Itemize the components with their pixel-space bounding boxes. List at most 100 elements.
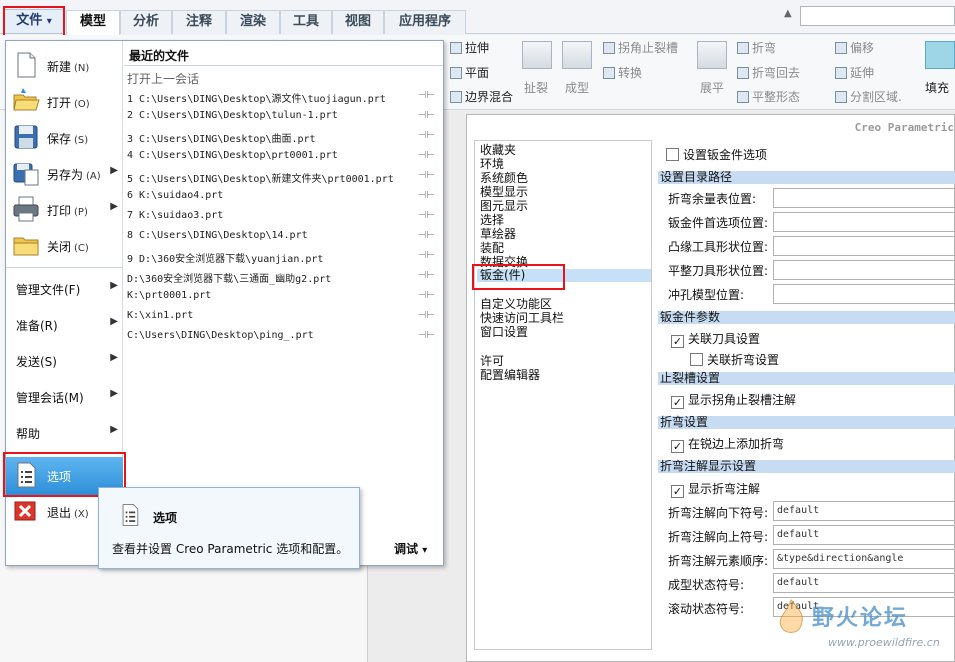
flat-tool-path-input[interactable] <box>773 260 955 280</box>
recent-file-item[interactable]: 3 C:\Users\DING\Desktop\曲面.prt ⊣⊢ <box>127 127 439 147</box>
category-window-settings[interactable]: 窗口设置 <box>480 326 528 339</box>
pin-icon[interactable]: ⊣⊢ <box>418 170 435 181</box>
debug-button[interactable]: 调试 ▾ <box>394 540 427 557</box>
help-menu-item[interactable]: 帮助 ▶ <box>6 414 123 450</box>
recent-file-item[interactable]: 4 C:\Users\DING\Desktop\prt0001.prt ⊣⊢ <box>127 147 439 167</box>
offset-button[interactable]: 偏移 <box>835 39 874 56</box>
watermark-title: 野火论坛 <box>812 606 909 631</box>
pin-icon[interactable]: ⊣⊢ <box>418 250 435 261</box>
recent-file-item[interactable]: 5 C:\Users\DING\Desktop\新建文件夹\prt0001.pr… <box>127 167 439 187</box>
unbend-icon <box>697 41 727 69</box>
category-license[interactable]: 许可 <box>480 355 504 368</box>
new-menu-item[interactable]: 新建 (N) <box>6 47 123 83</box>
fill-button[interactable]: 填充 <box>925 79 949 96</box>
tab-file[interactable]: 文件 ▾ <box>4 9 64 34</box>
note-down-symbol-input[interactable]: default <box>773 501 955 521</box>
tab-applications[interactable]: 应用程序 <box>384 10 466 34</box>
category-entity-display[interactable]: 图元显示 <box>480 200 528 213</box>
category-assembly[interactable]: 装配 <box>480 242 504 255</box>
save-as-icon <box>13 163 39 186</box>
pin-icon[interactable]: ⊣⊢ <box>418 330 435 341</box>
recent-file-item[interactable]: 2 C:\Users\DING\Desktop\tulun-1.prt ⊣⊢ <box>127 107 439 127</box>
pin-icon[interactable]: ⊣⊢ <box>418 150 435 161</box>
plane-button[interactable]: 平面 <box>450 64 489 81</box>
category-customize-ribbon[interactable]: 自定义功能区 <box>480 298 552 311</box>
pin-icon[interactable]: ⊣⊢ <box>418 130 435 141</box>
open-menu-item[interactable]: 打开 (O) <box>6 83 123 119</box>
category-system-colors[interactable]: 系统颜色 <box>480 172 528 185</box>
add-bend-sharp-edge-check[interactable]: ✓ 在锐边上添加折弯 <box>671 435 784 453</box>
pin-icon[interactable]: ⊣⊢ <box>418 190 435 201</box>
unbend-button[interactable]: 展平 <box>700 79 724 96</box>
category-selection[interactable]: 选择 <box>480 214 504 227</box>
link-bend-check[interactable]: 关联折弯设置 <box>690 351 779 368</box>
tab-tools[interactable]: 工具 <box>280 10 332 34</box>
link-tool-check[interactable]: ✓ 关联刀具设置 <box>671 330 760 348</box>
pin-icon[interactable]: ⊣⊢ <box>418 310 435 321</box>
show-bend-note-check[interactable]: ✓ 显示折弯注解 <box>671 480 760 498</box>
print-menu-item[interactable]: 打印 (P) ▶ <box>6 191 123 227</box>
pin-icon[interactable]: ⊣⊢ <box>418 110 435 121</box>
close-menu-item[interactable]: 关闭 (C) <box>6 227 123 263</box>
corner-relief-button[interactable]: 拐角止裂槽 <box>603 39 678 56</box>
category-model-display[interactable]: 模型显示 <box>480 186 528 199</box>
send-menu-item[interactable]: 发送(S) ▶ <box>6 342 123 378</box>
category-environment[interactable]: 环境 <box>480 158 504 171</box>
show-relief-note-check[interactable]: ✓ 显示拐角止裂槽注解 <box>671 391 796 409</box>
bend-back-button[interactable]: 折弯回去 <box>737 64 800 81</box>
category-sheetmetal[interactable]: 钣金(件) <box>477 269 651 282</box>
category-favorites[interactable]: 收藏夹 <box>480 144 516 157</box>
save-as-menu-item[interactable]: 另存为 (A) ▶ <box>6 155 123 191</box>
tab-render[interactable]: 渲染 <box>226 10 280 34</box>
recent-file-item[interactable]: 8 C:\Users\DING\Desktop\14.prt ⊣⊢ <box>127 227 439 247</box>
recent-file-item[interactable]: K:\xin1.prt ⊣⊢ <box>127 307 439 327</box>
convert-button[interactable]: 转换 <box>603 64 642 81</box>
category-sketcher[interactable]: 草绘器 <box>480 228 516 241</box>
note-up-symbol-input[interactable]: default <box>773 525 955 545</box>
tab-model[interactable]: 模型 <box>66 10 120 35</box>
recent-file-item[interactable]: C:\Users\DING\Desktop\ping_.prt ⊣⊢ <box>127 327 439 347</box>
tooltip-description: 查看并设置 Creo Parametric 选项和配置。 <box>112 542 349 556</box>
prepare-menu-item[interactable]: 准备(R) ▶ <box>6 306 123 342</box>
form-button[interactable]: 成型 <box>565 79 589 96</box>
extrude-button[interactable]: 拉伸 <box>450 39 489 56</box>
tab-annotate[interactable]: 注释 <box>172 10 226 34</box>
recent-file-item[interactable]: 7 K:\suidao3.prt ⊣⊢ <box>127 207 439 227</box>
boundary-blend-button[interactable]: 边界混合 <box>450 88 513 105</box>
flange-tool-path-input[interactable] <box>773 236 955 256</box>
pin-icon[interactable]: ⊣⊢ <box>418 230 435 241</box>
pin-icon[interactable]: ⊣⊢ <box>418 90 435 101</box>
sheetmetal-prefs-path-input[interactable] <box>773 212 955 232</box>
bend-button[interactable]: 折弯 <box>737 39 776 56</box>
extend-button[interactable]: 延伸 <box>835 64 874 81</box>
note-element-order-input[interactable]: &type&direction&angle <box>773 549 955 569</box>
tab-analysis[interactable]: 分析 <box>120 10 172 34</box>
split-area-button[interactable]: 分割区域. <box>835 88 902 105</box>
save-menu-item[interactable]: 保存 (S) <box>6 119 123 155</box>
open-last-session-link[interactable]: 打开上一会话 <box>127 70 199 87</box>
set-sheetmetal-options-check[interactable]: 设置钣金件选项 <box>666 146 767 163</box>
manage-file-menu-item[interactable]: 管理文件(F) ▶ <box>6 270 123 306</box>
category-quick-access-toolbar[interactable]: 快速访问工具栏 <box>480 312 564 325</box>
recent-file-item[interactable]: 9 D:\360安全浏览器下载\yuanjian.prt ⊣⊢ <box>127 247 439 267</box>
tab-view[interactable]: 视图 <box>332 10 384 34</box>
search-input[interactable] <box>800 6 955 26</box>
recent-file-path: C:\Users\DING\Desktop\ping_.prt <box>127 330 314 341</box>
recent-file-item[interactable]: D:\360安全浏览器下载\三通面_幽助g2.prt ⊣⊢ <box>127 267 439 287</box>
recent-file-item[interactable]: 1 C:\Users\DING\Desktop\源文件\tuojiagun.pr… <box>127 87 439 107</box>
pin-icon[interactable]: ⊣⊢ <box>418 270 435 281</box>
form-state-symbol-input[interactable]: default <box>773 573 955 593</box>
recent-file-item[interactable]: K:\prt0001.prt ⊣⊢ <box>127 287 439 307</box>
recent-file-path: 9 D:\360安全浏览器下载\yuanjian.prt <box>127 254 324 265</box>
category-config-editor[interactable]: 配置编辑器 <box>480 369 540 382</box>
punch-model-path-input[interactable] <box>773 284 955 304</box>
pin-icon[interactable]: ⊣⊢ <box>418 210 435 221</box>
rip-button[interactable]: 扯裂 <box>524 79 548 96</box>
recent-file-item[interactable]: 6 K:\suidao4.prt ⊣⊢ <box>127 187 439 207</box>
bend-table-path-input[interactable] <box>773 188 955 208</box>
manage-session-menu-item[interactable]: 管理会话(M) ▶ <box>6 378 123 414</box>
chevron-up-icon[interactable]: ▲ <box>784 8 792 19</box>
pin-icon[interactable]: ⊣⊢ <box>418 290 435 301</box>
rip-icon <box>522 41 552 69</box>
flatten-form-button[interactable]: 平整形态 <box>737 88 800 105</box>
